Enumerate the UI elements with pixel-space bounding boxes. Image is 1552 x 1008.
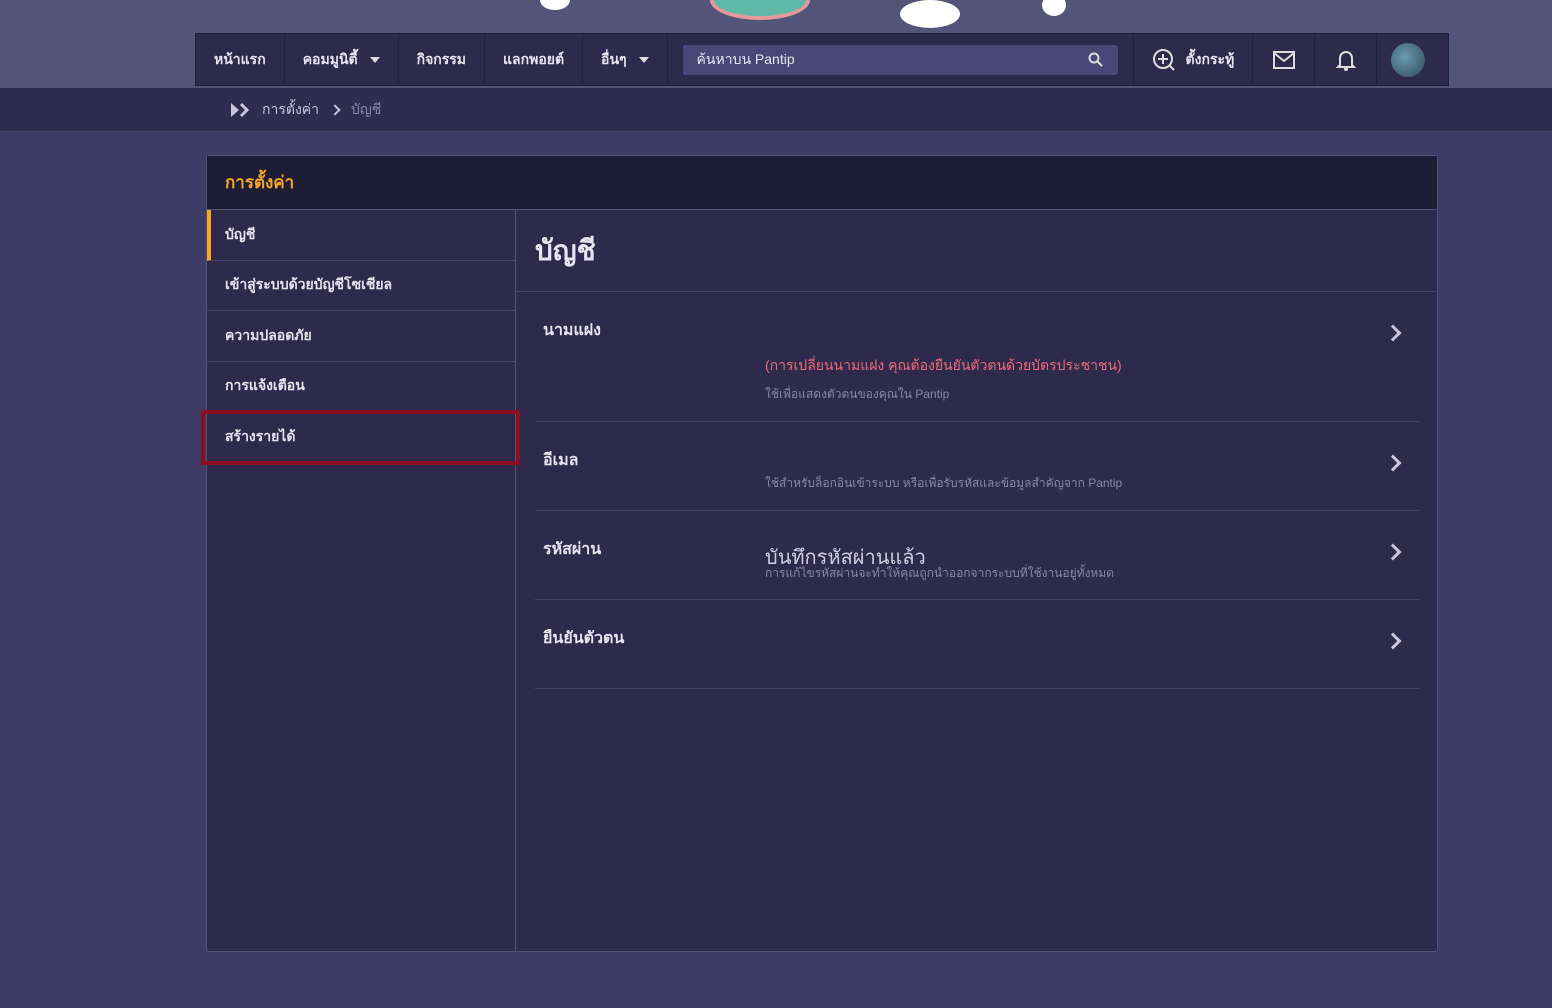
caret-down-icon — [638, 56, 649, 63]
breadcrumb: การตั้งค่า บัญชี — [0, 88, 1552, 132]
row-description: การแก้ไขรหัสผ่านจะทำให้คุณถูกนำออกจากระบ… — [765, 566, 1115, 580]
row-description: ใช้สำหรับล็อกอินเข้าระบบ หรือเพื่อรับรหั… — [765, 476, 1123, 490]
messages-button[interactable] — [1253, 34, 1316, 85]
row-label: นามแฝง — [543, 322, 601, 339]
chevron-right-icon — [1384, 324, 1402, 342]
panel-title: การตั้งค่า — [207, 156, 1437, 210]
row-label: ยืนยันตัวตน — [543, 630, 625, 647]
row-description: ใช้เพื่อแสดงตัวตนของคุณใน Pantip — [765, 387, 950, 401]
top-navigation: หน้าแรก คอมมูนิตี้ กิจกรรม แลกพอยต์ อื่น… — [195, 33, 1449, 86]
settings-panel: การตั้งค่า บัญชี เข้าสู่ระบบด้วยบัญชีโซเ… — [201, 155, 1438, 952]
row-email[interactable]: อีเมล ใช้สำหรับล็อกอินเข้าระบบ หรือเพื่อ… — [535, 422, 1419, 511]
nav-label: หน้าแรก — [214, 50, 266, 67]
breadcrumb-account: บัญชี — [351, 100, 382, 117]
mail-icon — [1272, 50, 1295, 69]
search-icon[interactable] — [1088, 52, 1104, 68]
avatar — [1391, 42, 1426, 77]
notifications-button[interactable] — [1315, 34, 1378, 85]
nav-more[interactable]: อื่นๆ — [583, 34, 668, 85]
row-password[interactable]: รหัสผ่าน บันทึกรหัสผ่านแล้ว การแก้ไขรหัส… — [535, 511, 1419, 600]
settings-sidebar: บัญชี เข้าสู่ระบบด้วยบัญชีโซเชียล ความปล… — [201, 210, 520, 951]
create-topic-label: ตั้งกระทู้ — [1185, 50, 1235, 67]
row-label: อีเมล — [543, 452, 579, 469]
cloud-decoration — [900, 0, 960, 28]
section-title: บัญชี — [517, 210, 1437, 292]
nav-activities[interactable]: กิจกรรม — [399, 34, 486, 85]
profile-button[interactable] — [1377, 34, 1439, 85]
nav-label: แลกพอยต์ — [503, 50, 565, 67]
chevron-right-icon — [1384, 454, 1402, 472]
search-placeholder: ค้นหาบน Pantip — [696, 50, 795, 67]
search-input[interactable]: ค้นหาบน Pantip — [681, 43, 1119, 76]
row-identity-verification[interactable]: ยืนยันตัวตน — [535, 600, 1419, 689]
caret-down-icon — [369, 56, 380, 63]
bell-icon — [1335, 50, 1356, 71]
search-container: ค้นหาบน Pantip — [668, 34, 1134, 85]
sidebar-item-security[interactable]: ความปลอดภัย — [207, 311, 515, 362]
row-warning: (การเปลี่ยนนามแฝง คุณต้องยืนยันตัวตนด้วย… — [765, 357, 1122, 373]
nav-label: กิจกรรม — [416, 50, 467, 67]
nav-home[interactable]: หน้าแรก — [196, 34, 285, 85]
account-settings: บัญชี นามแฝง (การเปลี่ยนนามแฝง คุณต้องยื… — [517, 210, 1437, 951]
chevron-right-icon — [1384, 543, 1402, 561]
sidebar-item-account[interactable]: บัญชี — [207, 210, 515, 261]
cloud-decoration — [1042, 0, 1066, 16]
add-topic-icon — [1152, 48, 1175, 71]
nav-community[interactable]: คอมมูนิตี้ — [285, 34, 399, 85]
breadcrumb-settings[interactable]: การตั้งค่า — [262, 99, 319, 121]
sidebar-item-monetization[interactable]: สร้างรายได้ — [201, 410, 520, 465]
breadcrumb-home-icon — [231, 102, 250, 117]
row-nickname[interactable]: นามแฝง (การเปลี่ยนนามแฝง คุณต้องยืนยันตั… — [535, 292, 1419, 422]
nav-label: คอมมูนิตี้ — [302, 50, 358, 67]
chevron-right-icon — [1384, 632, 1402, 650]
cloud-decoration — [540, 0, 570, 10]
nav-redeem-points[interactable]: แลกพอยต์ — [485, 34, 584, 85]
sidebar-item-social-login[interactable]: เข้าสู่ระบบด้วยบัญชีโซเชียล — [207, 261, 515, 311]
create-topic-button[interactable]: ตั้งกระทู้ — [1134, 34, 1254, 85]
nav-label: อื่นๆ — [601, 50, 627, 67]
chevron-right-icon — [329, 103, 341, 116]
row-label: รหัสผ่าน — [543, 541, 602, 558]
mascot-decoration — [710, 0, 810, 20]
sidebar-item-notifications[interactable]: การแจ้งเตือน — [207, 362, 515, 412]
